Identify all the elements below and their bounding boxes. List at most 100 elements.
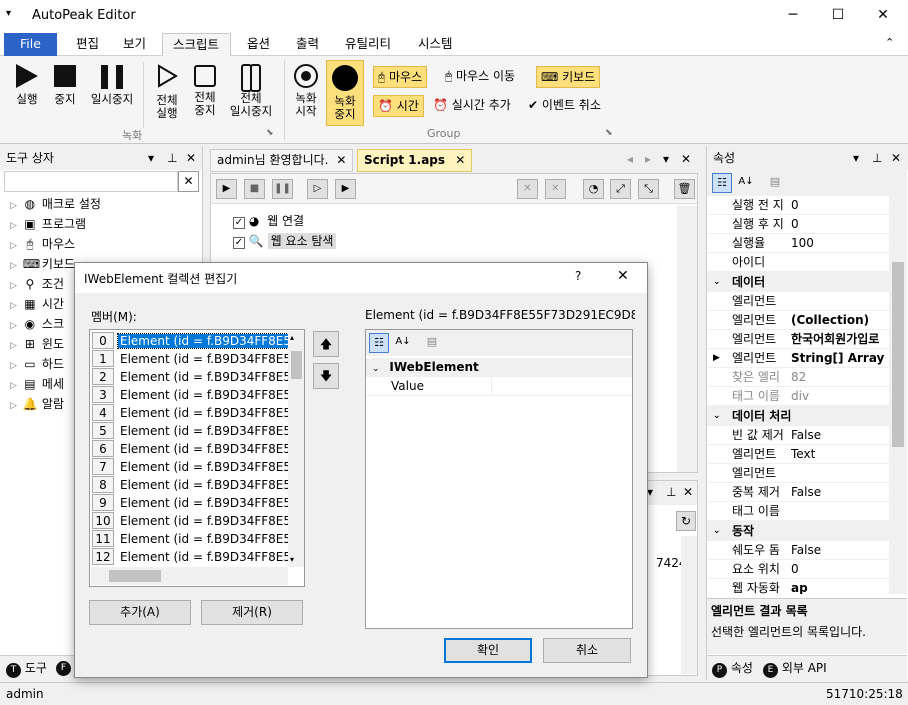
dialog-launcher-icon[interactable]: ⬊ <box>266 128 274 138</box>
property-row[interactable]: ▶ 엘리먼트 String[] Array <box>707 349 889 368</box>
move-down-button[interactable]: 🡇 <box>313 363 339 389</box>
dropdown-icon[interactable]: ▾ <box>853 146 859 170</box>
close-button[interactable]: ✕ <box>860 0 906 31</box>
stop-icon[interactable]: ■ <box>244 179 265 199</box>
scroll-thumb[interactable] <box>109 570 161 582</box>
member-item[interactable]: 9 Element (id = f.B9D34FF8E55F <box>92 494 288 512</box>
tab-system[interactable]: 시스템 <box>408 33 463 56</box>
add-button[interactable]: 추가(A) <box>89 600 191 625</box>
close-tab-icon[interactable]: ✕ <box>455 153 465 167</box>
tab-file[interactable]: File <box>4 33 57 56</box>
member-item[interactable]: 8 Element (id = f.B9D34FF8E55F <box>92 476 288 494</box>
scroll-right-icon[interactable]: ▸ <box>645 152 651 166</box>
tab-edit[interactable]: 편집 <box>66 33 109 56</box>
tab-properties[interactable]: P 속성 <box>712 659 753 678</box>
property-row[interactable]: 중복 제거 False <box>707 483 889 502</box>
property-row[interactable]: 요소 위치 0 <box>707 560 889 579</box>
scroll-left-icon[interactable]: ◂ <box>627 152 633 166</box>
sort-alpha-icon[interactable]: A↓ <box>736 173 756 193</box>
value-property-row[interactable]: Value <box>366 377 632 396</box>
mouse-move-toggle[interactable]: 🖱 마우스 이동 <box>441 66 519 88</box>
member-item[interactable]: 4 Element (id = f.B9D34FF8E55F <box>92 404 288 422</box>
pause-all-button[interactable]: 전체 일시중지 <box>225 64 277 118</box>
timer-icon[interactable]: ◔ <box>583 179 604 199</box>
expand-arrow-icon[interactable]: ▷ <box>10 321 17 331</box>
run-all-button[interactable]: 전체 실행 <box>148 64 186 120</box>
move-up-button[interactable]: 🡅 <box>313 331 339 357</box>
expand-arrow-icon[interactable]: ▷ <box>10 401 17 411</box>
expand-arrow-icon[interactable]: ▷ <box>10 241 17 251</box>
script-item-web-find[interactable]: ✓ 🔍 웹 요소 탐색 <box>233 232 337 249</box>
tab-options[interactable]: 옵션 <box>237 33 280 56</box>
property-category[interactable]: ⌄ 동작 <box>707 521 889 541</box>
member-item[interactable]: 10 Element (id = f.B9D34FF8E55F <box>92 512 288 530</box>
close-panel-icon[interactable]: ✕ <box>891 146 901 170</box>
tab-script[interactable]: 스크립트 <box>162 33 231 56</box>
property-row[interactable]: 아이디 <box>707 253 889 272</box>
property-row[interactable]: 실행율 100 <box>707 234 889 253</box>
stop-all-button[interactable]: 전체 중지 <box>187 65 223 117</box>
run-from-icon[interactable]: ▶ <box>335 179 356 199</box>
close-panel-icon[interactable]: ✕ <box>683 485 693 499</box>
realtime-add-toggle[interactable]: ⏰ 실시간 추가 <box>429 95 515 117</box>
collapse-icon[interactable]: ⌄ <box>713 272 721 292</box>
property-pages-icon[interactable]: ▤ <box>765 173 785 193</box>
expand-arrow-icon[interactable]: ▷ <box>10 261 17 271</box>
cancel-button[interactable]: 취소 <box>543 638 631 663</box>
expand-arrow-icon[interactable]: ▷ <box>10 281 17 291</box>
sort-alpha-icon[interactable]: A↓ <box>393 333 413 353</box>
editor-scrollbar[interactable] <box>677 206 697 472</box>
property-row[interactable]: 빈 값 제거 False <box>707 426 889 445</box>
toolbox-item[interactable]: ▷ 🖰 마우스 <box>10 234 200 254</box>
event-cancel-button[interactable]: ✔ 이벤트 취소 <box>524 95 605 117</box>
property-category[interactable]: ⌄ 데이터 처리 <box>707 406 889 426</box>
categorized-icon[interactable]: ☷ <box>369 333 389 353</box>
remove-button[interactable]: 제거(R) <box>201 600 303 625</box>
property-row[interactable]: 실행 전 지0 <box>707 196 889 215</box>
refresh-icon[interactable]: ↻ <box>676 511 696 531</box>
member-item[interactable]: 5 Element (id = f.B9D34FF8E55F <box>92 422 288 440</box>
maximize-button[interactable]: ☐ <box>815 0 861 31</box>
tab-view[interactable]: 보기 <box>113 33 156 56</box>
scroll-thumb[interactable] <box>892 262 904 447</box>
record-stop-button[interactable]: 녹화 중지 <box>326 60 364 126</box>
pin-icon[interactable]: ⊥ <box>872 146 882 170</box>
property-row[interactable]: 태그 이름 div <box>707 387 889 406</box>
expand-arrow-icon[interactable]: ▷ <box>10 201 17 211</box>
member-item[interactable]: 6 Element (id = f.B9D34FF8E55F <box>92 440 288 458</box>
help-button[interactable]: ? <box>575 269 581 283</box>
scroll-down-icon[interactable]: ▾ <box>290 555 294 564</box>
property-scrollbar[interactable] <box>889 196 907 594</box>
pin-icon[interactable]: ⊥ <box>167 146 177 170</box>
minimize-button[interactable]: ─ <box>770 0 816 31</box>
tab-external-api[interactable]: E 외부 API <box>763 659 827 678</box>
disabled-x-icon[interactable]: ✕ <box>517 179 538 199</box>
close-tab-icon[interactable]: ✕ <box>336 153 346 167</box>
categorized-icon[interactable]: ☷ <box>712 173 732 193</box>
property-row[interactable]: 엘리먼트 <box>707 292 889 311</box>
tab-output[interactable]: 출력 <box>286 33 329 56</box>
tab-utility[interactable]: 유틸리티 <box>335 33 401 56</box>
mouse-record-toggle[interactable]: 🖰 마우스 <box>373 66 428 88</box>
tab-toolbox[interactable]: T 도구 <box>6 659 47 678</box>
property-row[interactable]: 실행 후 지0 <box>707 215 889 234</box>
record-start-button[interactable]: 녹화 시작 <box>288 64 324 118</box>
checkbox-icon[interactable]: ✓ <box>233 217 245 229</box>
property-pages-icon[interactable]: ▤ <box>422 333 442 353</box>
member-item[interactable]: 1 Element (id = f.B9D34FF8E55F <box>92 350 288 368</box>
scroll-up-icon[interactable]: ▴ <box>290 333 294 342</box>
iwebelement-category[interactable]: ⌄ IWebElement <box>366 358 632 377</box>
checkbox-icon[interactable]: ✓ <box>233 237 245 249</box>
collapse-icon[interactable]: ⌄ <box>713 521 721 541</box>
collapse-icon[interactable]: ⌄ <box>372 364 380 374</box>
close-panel-icon[interactable]: ✕ <box>186 146 196 170</box>
close-editor-icon[interactable]: ✕ <box>681 152 691 166</box>
tab-function[interactable]: F <box>56 659 71 676</box>
step-icon[interactable]: ▷ <box>307 179 328 199</box>
dialog-close-icon[interactable]: ✕ <box>617 268 629 284</box>
tab-list-icon[interactable]: ▾ <box>663 152 669 166</box>
property-row[interactable]: 엘리먼트 (Collection) <box>707 311 889 330</box>
property-row[interactable]: 찾은 엘리 82 <box>707 368 889 387</box>
toolbox-item[interactable]: ▷ ▣ 프로그램 <box>10 214 200 234</box>
property-row[interactable]: 웹 자동화 ap <box>707 579 889 594</box>
